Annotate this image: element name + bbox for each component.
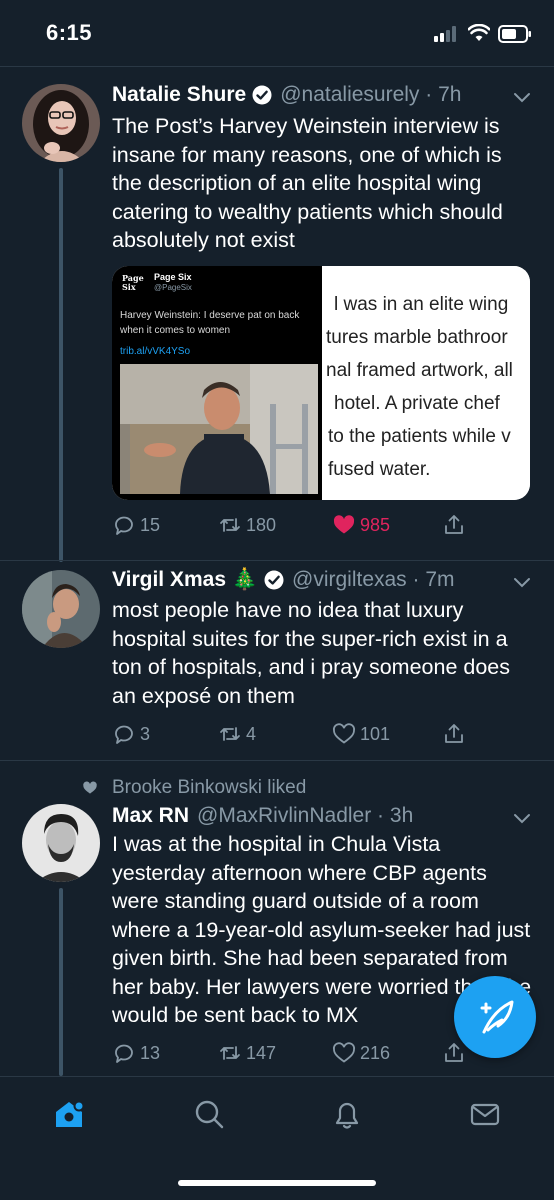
- home-icon[interactable]: [52, 1097, 86, 1131]
- avatar[interactable]: [22, 804, 100, 882]
- messages-icon[interactable]: [468, 1097, 502, 1131]
- heart-icon: [333, 1042, 355, 1063]
- compose-tweet-button[interactable]: [454, 976, 536, 1058]
- author-name[interactable]: Max RN: [112, 804, 189, 828]
- tweet-header: Max RN @MaxRivlinNadler · 3h: [112, 801, 413, 831]
- tweet[interactable]: Max RN @MaxRivlinNadler · 3h I was at th…: [0, 0, 554, 1076]
- like-count: 216: [360, 1042, 391, 1063]
- retweet-count: 147: [246, 1042, 277, 1063]
- notifications-icon[interactable]: [330, 1097, 364, 1131]
- reply-button[interactable]: 13: [112, 1038, 160, 1068]
- chevron-down-icon[interactable]: [512, 811, 532, 825]
- like-button[interactable]: 216: [332, 1038, 390, 1068]
- thread-line: [59, 888, 63, 1076]
- search-icon[interactable]: [192, 1097, 226, 1131]
- reply-count: 13: [140, 1042, 161, 1063]
- author-handle-time[interactable]: @MaxRivlinNadler · 3h: [197, 804, 413, 828]
- reply-icon: [115, 1044, 133, 1063]
- retweet-icon: [220, 1046, 240, 1060]
- home-indicator: [178, 1180, 376, 1186]
- compose-feather-icon: [480, 1000, 514, 1034]
- retweet-button[interactable]: 147: [218, 1038, 276, 1068]
